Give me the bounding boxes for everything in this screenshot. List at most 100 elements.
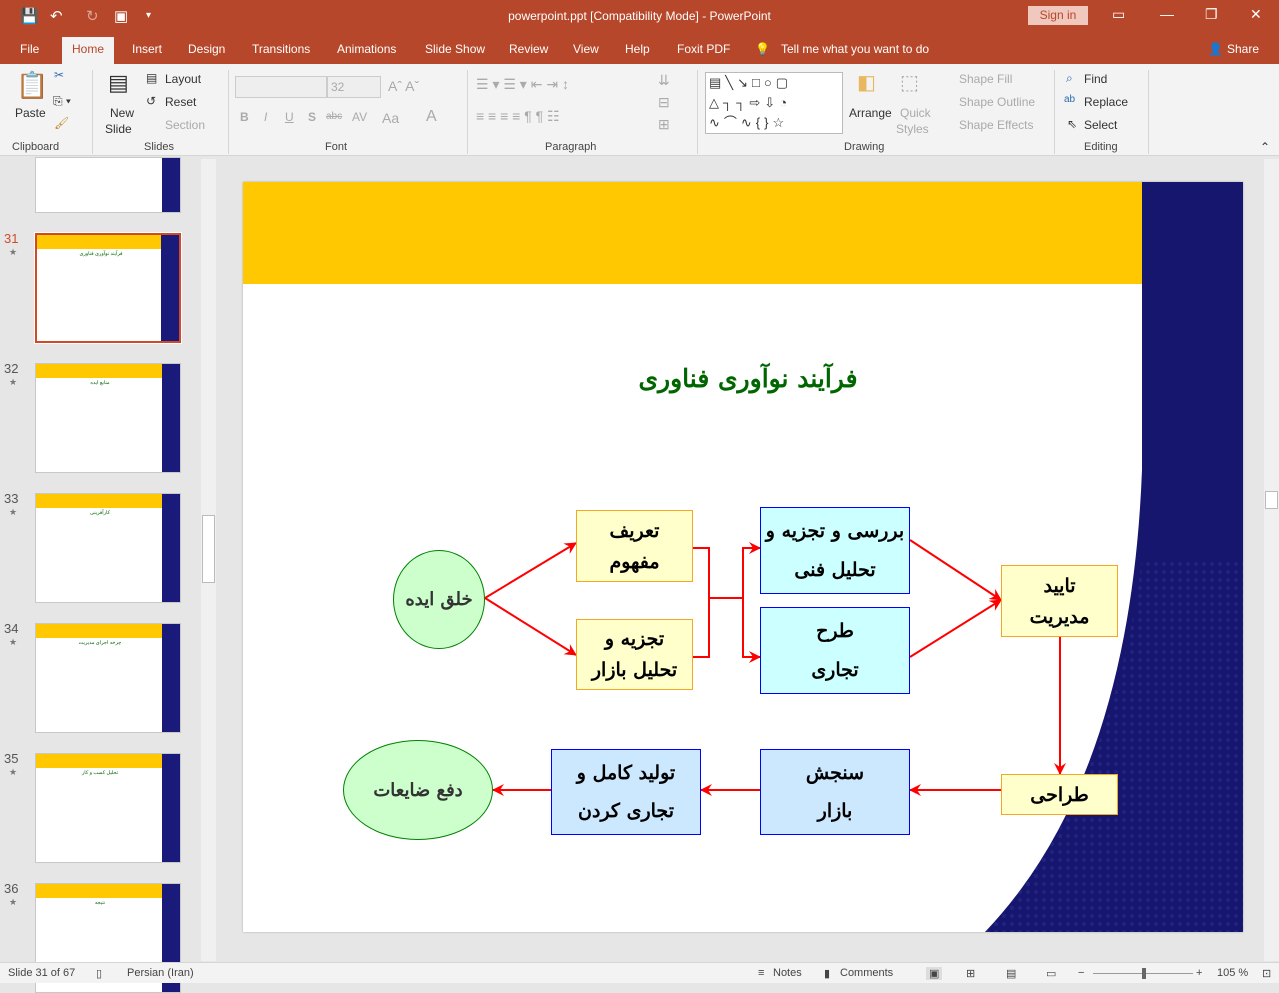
zoom-slider[interactable] bbox=[1093, 968, 1193, 979]
tab-animations[interactable]: Animations bbox=[337, 42, 396, 56]
tab-transitions[interactable]: Transitions bbox=[252, 42, 310, 56]
tab-slide-show[interactable]: Slide Show bbox=[425, 42, 485, 56]
node-technical[interactable]: بررسی و تجزیه و تحلیل فنی bbox=[760, 507, 910, 594]
slideshow-icon[interactable]: ▭ bbox=[1046, 967, 1056, 980]
shape-outline-button[interactable]: Shape Outline bbox=[959, 95, 1035, 109]
slide-number: 31 bbox=[4, 231, 19, 246]
tab-insert[interactable]: Insert bbox=[132, 42, 162, 56]
layout-button[interactable]: Layout bbox=[165, 72, 201, 86]
replace-button[interactable]: Replace bbox=[1084, 95, 1128, 109]
node-concept[interactable]: تعریف مفهوم bbox=[576, 510, 693, 582]
zoom-out-button[interactable]: − bbox=[1078, 967, 1084, 979]
format-painter-icon[interactable]: 🖌 bbox=[54, 116, 69, 130]
normal-view-icon[interactable]: ▣ bbox=[926, 967, 943, 980]
tell-me-search[interactable]: Tell me what you want to do bbox=[781, 42, 929, 56]
restore-button[interactable]: ❐ bbox=[1205, 6, 1218, 23]
tab-foxit-pdf[interactable]: Foxit PDF bbox=[677, 42, 730, 56]
character-spacing-button[interactable]: AV bbox=[352, 110, 367, 124]
new-slide-button[interactable]: New bbox=[110, 106, 134, 120]
select-button[interactable]: Select bbox=[1084, 118, 1117, 132]
tab-file[interactable]: File bbox=[20, 42, 39, 56]
arrange-button[interactable]: Arrange bbox=[849, 106, 892, 120]
slide-thumbnail[interactable]: منابع ایده bbox=[35, 363, 181, 473]
align-text-icon[interactable]: ⊟ bbox=[658, 94, 670, 111]
collapse-ribbon-icon[interactable]: ⌃ bbox=[1260, 140, 1270, 154]
tab-help[interactable]: Help bbox=[625, 42, 650, 56]
quick-styles-button[interactable]: Quick bbox=[900, 106, 931, 120]
node-market-test[interactable]: سنجش بازار bbox=[760, 749, 910, 835]
tab-design[interactable]: Design bbox=[188, 42, 225, 56]
underline-button[interactable]: U bbox=[285, 110, 294, 124]
node-approval[interactable]: تایید مدیریت bbox=[1001, 565, 1118, 637]
change-case-button[interactable]: Aa bbox=[382, 110, 399, 126]
tab-view[interactable]: View bbox=[573, 42, 599, 56]
shape-fill-button[interactable]: Shape Fill bbox=[959, 72, 1012, 86]
slide-thumbnail[interactable]: کارآفرینی bbox=[35, 493, 181, 603]
paste-icon[interactable]: 📋 bbox=[16, 70, 48, 101]
new-slide-button-label[interactable]: Slide bbox=[105, 122, 132, 136]
slide-thumbnail[interactable]: تحلیل کسب و کار bbox=[35, 753, 181, 863]
tab-home[interactable]: Home bbox=[62, 37, 115, 64]
grow-font-icon[interactable]: Aˆ Aˇ bbox=[388, 78, 419, 94]
slide-title[interactable]: فرآیند نوآوری فناوری bbox=[543, 364, 953, 393]
node-text: طرح bbox=[816, 620, 854, 643]
quick-styles-button-label[interactable]: Styles bbox=[896, 122, 929, 136]
alignment-icons[interactable]: ≡ ≡ ≡ ≡ ¶ ¶ ☷ bbox=[476, 108, 560, 125]
zoom-slider-thumb[interactable] bbox=[1141, 968, 1146, 979]
font-color-button[interactable]: A bbox=[426, 108, 437, 126]
language-indicator[interactable]: Persian (Iran) bbox=[127, 967, 194, 979]
zoom-in-button[interactable]: + bbox=[1196, 967, 1202, 979]
tab-review[interactable]: Review bbox=[509, 42, 548, 56]
notes-button[interactable]: Notes bbox=[773, 967, 802, 979]
slide-thumbnail[interactable] bbox=[35, 157, 181, 213]
smartart-icon[interactable]: ⊞ bbox=[658, 116, 670, 133]
bullets-icon[interactable]: ☰ ▾ ☰ ▾ ⇤ ⇥ ↕ bbox=[476, 76, 569, 93]
slide-scrollbar[interactable] bbox=[1264, 159, 1279, 961]
reading-view-icon[interactable]: ▤ bbox=[1006, 967, 1016, 980]
node-production[interactable]: تولید کامل و تجاری کردن bbox=[551, 749, 701, 835]
shapes-gallery[interactable]: ▤╲↘□○▢ △┐┐⇨⇩◔ ∿⌒∿{}☆ bbox=[705, 72, 843, 134]
close-button[interactable]: ✕ bbox=[1250, 6, 1262, 23]
comments-button[interactable]: Comments bbox=[840, 967, 893, 979]
slide-thumbnail[interactable]: فرآیند نوآوری فناوری bbox=[34, 232, 182, 344]
thumb-band bbox=[36, 364, 164, 378]
node-business-plan[interactable]: طرح تجاری bbox=[760, 607, 910, 694]
animation-star-icon: ★ bbox=[9, 767, 18, 777]
node-idea[interactable]: خلق ایده bbox=[393, 550, 485, 649]
slide-sorter-icon[interactable]: ⊞ bbox=[966, 967, 975, 980]
node-disposal[interactable]: دفع ضایعات bbox=[343, 740, 493, 840]
sign-in-button[interactable]: Sign in bbox=[1028, 6, 1088, 25]
find-button[interactable]: Find bbox=[1084, 72, 1107, 86]
arrange-icon[interactable]: ◧ bbox=[857, 70, 876, 95]
slide-number: 33 bbox=[4, 491, 19, 506]
cut-icon[interactable]: ✂ bbox=[54, 68, 64, 82]
quick-styles-icon[interactable]: ⬚ bbox=[900, 70, 919, 95]
font-name-select[interactable] bbox=[235, 76, 327, 98]
strikethrough-button[interactable]: abc bbox=[326, 111, 342, 122]
section-button[interactable]: Section bbox=[165, 118, 205, 132]
slide-thumbnail[interactable]: چرخه اجرای مدیریت bbox=[35, 623, 181, 733]
minimize-button[interactable]: — bbox=[1160, 6, 1174, 22]
text-direction-icon[interactable]: ⇊ bbox=[658, 72, 670, 89]
node-design[interactable]: طراحی bbox=[1001, 774, 1118, 815]
scrollbar-thumb[interactable] bbox=[202, 515, 215, 583]
italic-button[interactable]: I bbox=[264, 110, 267, 124]
bold-button[interactable]: B bbox=[240, 110, 249, 124]
zoom-level[interactable]: 105 % bbox=[1217, 967, 1248, 979]
font-size-select[interactable]: 32 bbox=[327, 76, 381, 98]
shadow-button[interactable]: S bbox=[308, 110, 316, 124]
reset-button[interactable]: Reset bbox=[165, 95, 196, 109]
scrollbar-thumb[interactable] bbox=[1265, 491, 1278, 509]
paste-button[interactable]: Paste bbox=[15, 106, 46, 120]
copy-icon[interactable]: ⎘ ▾ bbox=[53, 94, 71, 109]
share-button[interactable]: Share bbox=[1227, 42, 1259, 56]
node-market-analysis[interactable]: تجزیه و تحلیل بازار bbox=[576, 619, 693, 690]
spellcheck-icon[interactable]: ▯ bbox=[96, 967, 102, 980]
new-slide-icon[interactable]: ▤ bbox=[108, 70, 129, 96]
status-bar: Slide 31 of 67 ▯ Persian (Iran) ≡ Notes … bbox=[0, 962, 1279, 983]
fit-to-window-icon[interactable]: ⊡ bbox=[1262, 967, 1271, 980]
thumbnail-scrollbar[interactable] bbox=[201, 159, 216, 961]
slide-canvas[interactable]: فرآیند نوآوری فناوری خلق ایده تعریف مفهوم… bbox=[243, 182, 1243, 932]
ribbon-display-options-icon[interactable]: ▭ bbox=[1112, 6, 1125, 23]
shape-effects-button[interactable]: Shape Effects bbox=[959, 118, 1034, 132]
